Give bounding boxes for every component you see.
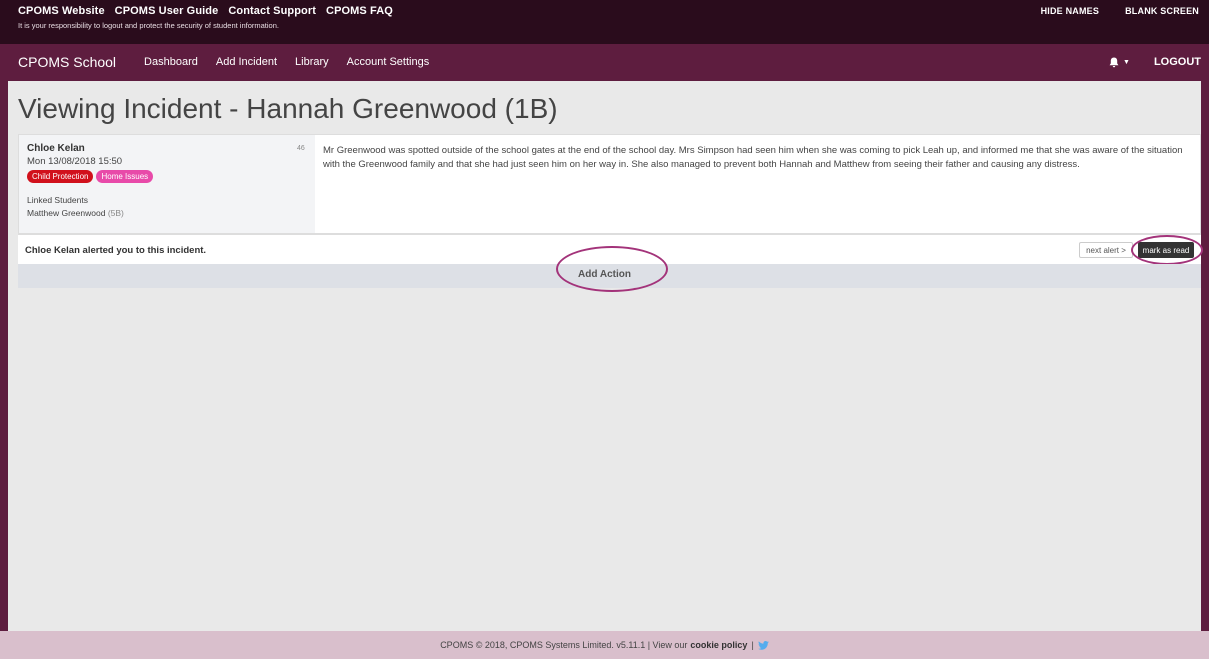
blank-screen-button[interactable]: BLANK SCREEN <box>1125 6 1199 16</box>
nav-dashboard[interactable]: Dashboard <box>144 56 198 68</box>
next-alert-button[interactable]: next alert > <box>1079 242 1133 258</box>
security-note: It is your responsibility to logout and … <box>18 21 279 30</box>
top-right-controls: HIDE NAMES BLANK SCREEN <box>1041 6 1199 16</box>
linked-students-label: Linked Students <box>27 195 88 205</box>
cookie-policy-link[interactable]: cookie policy <box>690 640 747 650</box>
main-navbar: CPOMS School Dashboard Add Incident Libr… <box>0 47 1209 77</box>
tag-child-protection: Child Protection <box>27 170 94 183</box>
footer-separator: | <box>751 640 754 650</box>
nav-add-incident[interactable]: Add Incident <box>216 56 277 68</box>
notifications-dropdown[interactable]: ▼ <box>1109 57 1130 68</box>
nav-account-settings[interactable]: Account Settings <box>347 56 430 68</box>
linked-student-name: Matthew Greenwood <box>27 208 106 218</box>
incident-card: Chloe Kelan Mon 13/08/2018 15:50 Child P… <box>18 134 1201 234</box>
cpoms-user-guide-link[interactable]: CPOMS User Guide <box>115 5 219 17</box>
footer-text: CPOMS © 2018, CPOMS Systems Limited. v5.… <box>440 640 688 650</box>
incident-count: 46 <box>297 145 305 152</box>
nav-links: Dashboard Add Incident Library Account S… <box>144 56 429 68</box>
top-links: CPOMS Website CPOMS User Guide Contact S… <box>18 5 1200 17</box>
action-bar: Add Action <box>18 246 1201 292</box>
alert-text: Chloe Kelan alerted you to this incident… <box>25 245 207 256</box>
annotation-ring-mark-read <box>1131 235 1203 265</box>
nav-right: ▼ LOGOUT <box>1109 47 1201 77</box>
incident-tags: Child Protection Home Issues <box>27 170 307 183</box>
contact-support-link[interactable]: Contact Support <box>228 5 316 17</box>
page-title: Viewing Incident - Hannah Greenwood (1B) <box>18 93 558 124</box>
nav-library[interactable]: Library <box>295 56 329 68</box>
cpoms-website-link[interactable]: CPOMS Website <box>18 5 105 17</box>
brand-link[interactable]: CPOMS School <box>18 54 116 70</box>
linked-student[interactable]: Matthew Greenwood (5B) <box>27 208 307 218</box>
twitter-icon[interactable] <box>757 640 769 650</box>
tag-home-issues: Home Issues <box>96 170 154 183</box>
chevron-down-icon: ▼ <box>1123 58 1130 66</box>
hide-names-button[interactable]: HIDE NAMES <box>1041 6 1100 16</box>
incident-author: Chloe Kelan <box>27 143 85 154</box>
incident-description: Mr Greenwood was spotted outside of the … <box>323 145 1183 170</box>
main-content: Viewing Incident - Hannah Greenwood (1B)… <box>8 81 1203 631</box>
linked-student-class: (5B) <box>107 208 124 218</box>
incident-datetime: Mon 13/08/2018 15:50 <box>27 156 123 167</box>
incident-meta: Chloe Kelan Mon 13/08/2018 15:50 Child P… <box>19 135 315 233</box>
logout-button[interactable]: LOGOUT <box>1154 56 1201 68</box>
top-utility-bar: CPOMS Website CPOMS User Guide Contact S… <box>0 0 1209 44</box>
bell-icon <box>1109 57 1119 67</box>
annotation-ring-add-action <box>556 246 668 292</box>
cpoms-faq-link[interactable]: CPOMS FAQ <box>326 5 393 17</box>
footer: CPOMS © 2018, CPOMS Systems Limited. v5.… <box>0 631 1209 659</box>
